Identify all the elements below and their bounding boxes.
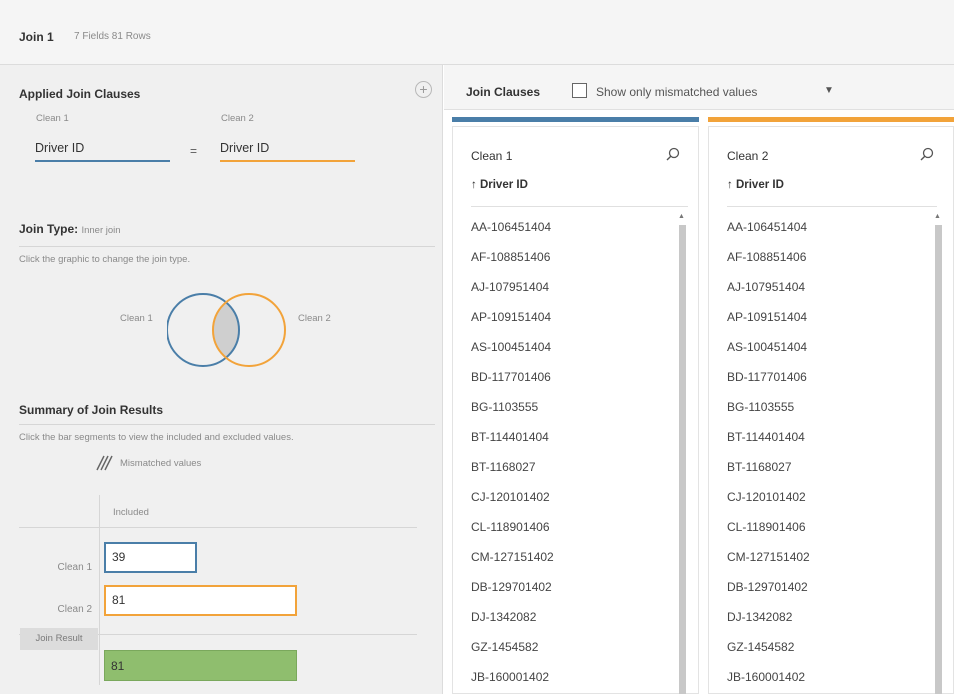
summary-hint: Click the bar segments to view the inclu… [19, 432, 294, 443]
scroll-thumb[interactable] [679, 225, 686, 694]
scroll-thumb[interactable] [935, 225, 942, 694]
list-item[interactable]: CL-118901406 [727, 519, 810, 549]
clause-left-label: Clean 1 [36, 113, 69, 124]
list-item[interactable]: BG-1103555 [727, 399, 810, 429]
list-item[interactable]: AA-106451404 [471, 219, 554, 249]
join-settings-panel: Applied Join Clauses + Clean 1 Clean 2 D… [0, 65, 443, 694]
add-clause-button[interactable]: + [415, 81, 432, 98]
list-item[interactable]: DB-129701402 [727, 579, 810, 609]
divider [19, 424, 435, 425]
clean1-included-bar[interactable]: 39 [104, 542, 197, 573]
join-type-label: Join Type: [19, 222, 79, 236]
column-source-name: Clean 2 [727, 149, 769, 163]
search-icon[interactable] [920, 147, 934, 161]
join-type-value: Inner join [81, 225, 121, 236]
included-column-header: Included [113, 507, 149, 518]
clause-right-label: Clean 2 [221, 113, 254, 124]
list-item[interactable]: DJ-1342082 [727, 609, 810, 639]
show-mismatched-label[interactable]: Show only mismatched values [596, 85, 757, 99]
join-clauses-toolbar: Join Clauses Show only mismatched values… [444, 65, 954, 110]
clause-operator[interactable]: = [190, 144, 197, 158]
divider [471, 206, 688, 207]
join-result-label: Join Result [20, 628, 98, 650]
list-item[interactable]: AF-108851406 [727, 249, 810, 279]
list-item[interactable]: BT-114401404 [471, 429, 554, 459]
list-item[interactable]: BG-1103555 [471, 399, 554, 429]
clean2-value-column: Clean 2 ↑ Driver ID AA-106451404 AF-1088… [708, 126, 954, 694]
divider [727, 206, 937, 207]
column-field-name[interactable]: ↑ Driver ID [727, 179, 784, 191]
list-item[interactable]: BT-1168027 [471, 459, 554, 489]
list-item[interactable]: CM-127151402 [471, 549, 554, 579]
list-item[interactable]: AF-108851406 [471, 249, 554, 279]
mismatched-legend: Mismatched values [120, 458, 202, 469]
list-item[interactable]: BT-114401404 [727, 429, 810, 459]
join-meta: 7 Fields 81 Rows [74, 31, 151, 42]
list-item[interactable]: BD-117701406 [471, 369, 554, 399]
join-title: Join 1 [19, 30, 54, 44]
list-item[interactable]: AP-109151404 [727, 309, 810, 339]
join-clauses-title: Join Clauses [466, 85, 541, 99]
show-mismatched-checkbox[interactable] [572, 83, 587, 98]
clean1-value-column: Clean 1 ↑ Driver ID AA-106451404 AF-1088… [452, 126, 699, 694]
search-icon[interactable] [666, 147, 680, 161]
list-item[interactable]: CL-118901406 [471, 519, 554, 549]
chevron-down-icon[interactable]: ▼ [824, 85, 834, 96]
scroll-up-icon[interactable]: ▲ [678, 213, 685, 220]
scroll-up-icon[interactable]: ▲ [934, 213, 941, 220]
clean2-included-bar[interactable]: 81 [104, 585, 297, 616]
join-type-title: Join Type: Inner join [19, 222, 121, 236]
list-item[interactable]: BD-117701406 [727, 369, 810, 399]
list-item[interactable]: AJ-107951404 [471, 279, 554, 309]
divider [19, 527, 417, 528]
column-source-name: Clean 1 [471, 149, 513, 163]
list-item[interactable]: AS-100451404 [471, 339, 554, 369]
scrollbar[interactable]: ▲ [677, 213, 687, 694]
clean1-color-strip [452, 117, 699, 122]
clause-right-field[interactable]: Driver ID [220, 141, 355, 162]
list-item[interactable]: AA-106451404 [727, 219, 810, 249]
list-item[interactable]: CM-127151402 [727, 549, 810, 579]
join-header: Join 1 7 Fields 81 Rows [0, 0, 954, 65]
list-item[interactable]: BT-1168027 [727, 459, 810, 489]
divider [19, 246, 435, 247]
summary-row-label: Clean 2 [57, 604, 92, 615]
summary-title: Summary of Join Results [19, 403, 164, 417]
summary-row-label: Clean 1 [57, 562, 92, 573]
list-item[interactable]: AJ-107951404 [727, 279, 810, 309]
join-type-hint: Click the graphic to change the join typ… [19, 254, 191, 265]
list-item[interactable]: DB-129701402 [471, 579, 554, 609]
list-item[interactable]: CJ-120101402 [727, 489, 810, 519]
join-result-bar[interactable]: 81 [104, 650, 297, 681]
clause-left-field[interactable]: Driver ID [35, 141, 170, 162]
join-type-venn-diagram[interactable] [167, 284, 287, 380]
list-item[interactable]: CJ-120101402 [471, 489, 554, 519]
mismatched-hatch-icon [96, 455, 113, 471]
list-item[interactable]: JB-160001402 [471, 669, 554, 694]
list-item[interactable]: JB-160001402 [727, 669, 810, 694]
applied-join-clauses-title: Applied Join Clauses [19, 87, 141, 101]
list-item[interactable]: AP-109151404 [471, 309, 554, 339]
clean2-color-strip [708, 117, 954, 122]
value-list: AA-106451404 AF-108851406 AJ-107951404 A… [727, 219, 810, 694]
venn-left-label: Clean 1 [120, 313, 153, 324]
value-list: AA-106451404 AF-108851406 AJ-107951404 A… [471, 219, 554, 694]
list-item[interactable]: GZ-1454582 [471, 639, 554, 669]
scrollbar[interactable]: ▲ [933, 213, 943, 694]
list-item[interactable]: GZ-1454582 [727, 639, 810, 669]
column-field-name[interactable]: ↑ Driver ID [471, 179, 528, 191]
table-vertical-divider [99, 495, 100, 685]
list-item[interactable]: AS-100451404 [727, 339, 810, 369]
venn-right-label: Clean 2 [298, 313, 331, 324]
list-item[interactable]: DJ-1342082 [471, 609, 554, 639]
